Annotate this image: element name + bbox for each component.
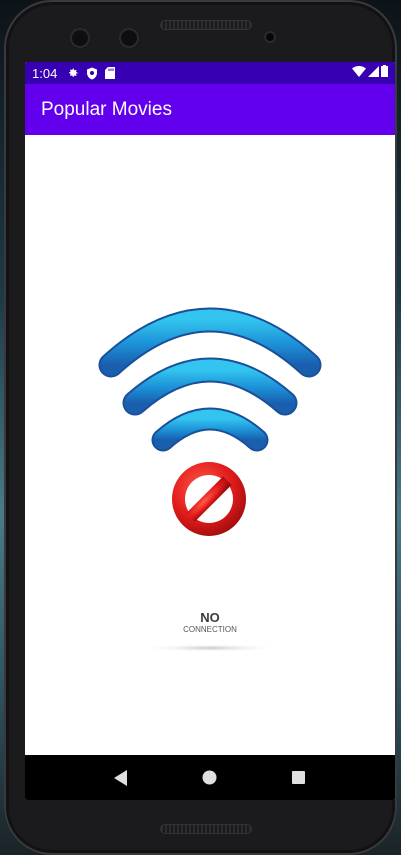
wifi-icon xyxy=(352,64,366,82)
no-label: NO xyxy=(200,610,220,625)
recents-button[interactable] xyxy=(279,758,319,798)
shield-icon xyxy=(86,67,98,80)
cell-signal-icon xyxy=(368,64,379,82)
recents-icon xyxy=(292,771,306,784)
home-button[interactable] xyxy=(190,758,230,798)
battery-icon xyxy=(381,64,388,82)
app-bar: Popular Movies xyxy=(25,84,395,135)
earpiece-speaker xyxy=(160,20,252,30)
bottom-speaker xyxy=(160,824,252,834)
connection-label: CONNECTION xyxy=(183,625,237,634)
front-camera xyxy=(70,28,90,48)
device-screen: 1:04 Popular Movies NO CONNECTION xyxy=(25,62,395,800)
proximity-sensor xyxy=(264,31,276,43)
no-connection-illustration: NO CONNECTION xyxy=(98,307,322,652)
gear-icon xyxy=(67,67,79,79)
ground-shadow xyxy=(140,644,280,652)
back-button[interactable] xyxy=(101,758,141,798)
front-sensor xyxy=(119,28,139,48)
back-icon xyxy=(114,769,128,786)
phone-frame: 1:04 Popular Movies NO CONNECTION xyxy=(4,0,397,855)
navigation-bar xyxy=(25,755,395,800)
wifi-icon xyxy=(98,307,322,452)
status-bar: 1:04 xyxy=(25,62,395,84)
home-icon xyxy=(202,770,217,785)
sd-card-icon xyxy=(105,67,116,79)
status-time: 1:04 xyxy=(32,65,58,81)
main-content: NO CONNECTION xyxy=(25,135,395,755)
no-entry-icon xyxy=(172,462,246,536)
app-title: Popular Movies xyxy=(41,98,172,120)
